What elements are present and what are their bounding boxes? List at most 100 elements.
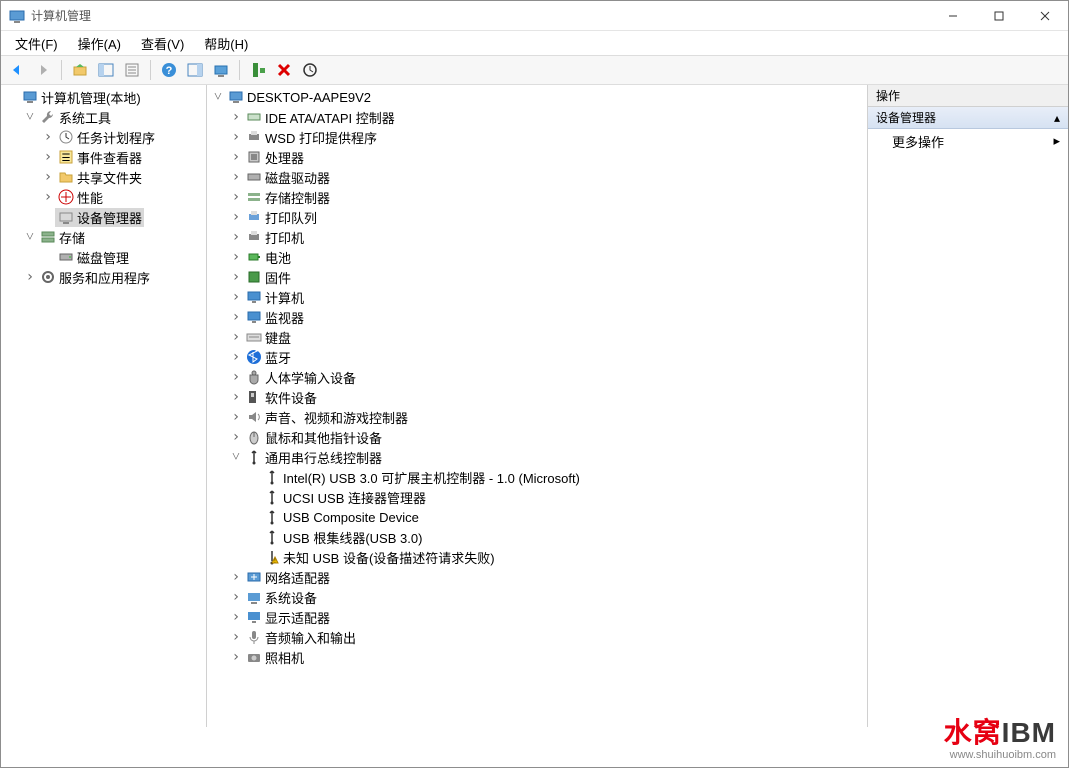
scope-tree-item[interactable]: ›共享文件夹 [1, 167, 206, 187]
show-hide-tree-button[interactable] [94, 59, 118, 81]
scope-tree-item[interactable]: ›☰事件查看器 [1, 147, 206, 167]
expand-icon[interactable]: › [41, 190, 55, 204]
device-tree-item[interactable]: ›处理器 [207, 147, 867, 167]
device-tree-item[interactable]: ˅DESKTOP-AAPE9V2 [207, 87, 867, 107]
action-pane-button[interactable] [183, 59, 207, 81]
up-button[interactable] [68, 59, 92, 81]
expand-icon[interactable]: › [229, 330, 243, 344]
tree-item-label: USB Composite Device [283, 510, 419, 525]
expand-icon[interactable]: › [229, 610, 243, 624]
scan-hardware-button[interactable] [246, 59, 270, 81]
device-tree-item[interactable]: ›磁盘驱动器 [207, 167, 867, 187]
close-button[interactable] [1022, 1, 1068, 31]
expand-icon[interactable]: ˅ [23, 230, 37, 244]
expand-icon[interactable]: › [229, 190, 243, 204]
scope-tree-item[interactable]: ˅系统工具 [1, 107, 206, 127]
expand-icon[interactable]: › [229, 290, 243, 304]
update-driver-button[interactable] [298, 59, 322, 81]
device-tree-item[interactable]: ›电池 [207, 247, 867, 267]
scope-tree-item[interactable]: 计算机管理(本地) [1, 87, 206, 107]
device-tree-item[interactable]: USB 根集线器(USB 3.0) [207, 527, 867, 547]
results-pane[interactable]: ˅DESKTOP-AAPE9V2›IDE ATA/ATAPI 控制器›WSD 打… [207, 85, 868, 727]
expand-icon[interactable]: ˅ [229, 450, 243, 464]
tree-item-label: 监视器 [265, 308, 304, 327]
device-tree-item[interactable]: ›鼠标和其他指针设备 [207, 427, 867, 447]
menu-help[interactable]: 帮助(H) [194, 32, 258, 55]
tree-item-label: WSD 打印提供程序 [265, 128, 377, 147]
device-tree-item[interactable]: › 监视器 [207, 307, 867, 327]
expand-icon[interactable]: › [229, 350, 243, 364]
expand-icon[interactable]: › [229, 570, 243, 584]
expand-icon[interactable]: › [229, 390, 243, 404]
help-button[interactable]: ? [157, 59, 181, 81]
device-tree-item[interactable]: ›打印队列 [207, 207, 867, 227]
expand-icon[interactable]: › [229, 150, 243, 164]
device-tree-item[interactable]: › 蓝牙 [207, 347, 867, 367]
minimize-button[interactable] [930, 1, 976, 31]
actions-section[interactable]: 设备管理器 ▴ [868, 107, 1068, 129]
device-tree-item[interactable]: ›声音、视频和游戏控制器 [207, 407, 867, 427]
device-tree-item[interactable]: ›显示适配器 [207, 607, 867, 627]
expand-icon[interactable]: › [229, 590, 243, 604]
scope-tree-item[interactable]: 设备管理器 [1, 207, 206, 227]
expand-icon[interactable]: › [229, 650, 243, 664]
scope-tree-item[interactable]: ›性能 [1, 187, 206, 207]
device-tree-item[interactable]: ›音频输入和输出 [207, 627, 867, 647]
device-tree-item[interactable]: › WSD 打印提供程序 [207, 127, 867, 147]
properties-button[interactable] [120, 59, 144, 81]
device-tree-item[interactable]: ›系统设备 [207, 587, 867, 607]
device-tree-item[interactable]: ›软件设备 [207, 387, 867, 407]
refresh-button[interactable] [209, 59, 233, 81]
expand-icon[interactable]: › [229, 270, 243, 284]
expand-icon[interactable]: › [229, 370, 243, 384]
device-tree-item[interactable]: ›打印机 [207, 227, 867, 247]
computer-icon [22, 89, 38, 105]
scope-tree-item[interactable]: ˅存储 [1, 227, 206, 247]
tree-item-label: 蓝牙 [265, 348, 291, 367]
device-tree-item[interactable]: ˅通用串行总线控制器 [207, 447, 867, 467]
device-tree-item[interactable]: !未知 USB 设备(设备描述符请求失败) [207, 547, 867, 567]
device-tree-item[interactable]: › 存储控制器 [207, 187, 867, 207]
device-tree-item[interactable]: ›计算机 [207, 287, 867, 307]
expand-icon[interactable]: › [229, 130, 243, 144]
device-tree-item[interactable]: ›IDE ATA/ATAPI 控制器 [207, 107, 867, 127]
menu-view[interactable]: 查看(V) [131, 32, 194, 55]
menu-file[interactable]: 文件(F) [5, 32, 68, 55]
expand-icon[interactable]: › [41, 130, 55, 144]
expand-icon[interactable]: › [229, 430, 243, 444]
expand-icon[interactable]: › [229, 170, 243, 184]
scope-pane[interactable]: 计算机管理(本地)˅系统工具›任务计划程序›☰事件查看器›共享文件夹›性能设备管… [1, 85, 207, 727]
expand-icon[interactable]: › [229, 410, 243, 424]
device-tree-item[interactable]: ›键盘 [207, 327, 867, 347]
battery-icon [246, 249, 262, 265]
maximize-button[interactable] [976, 1, 1022, 31]
expand-icon[interactable]: › [229, 630, 243, 644]
uninstall-button[interactable] [272, 59, 296, 81]
expand-icon[interactable]: › [23, 270, 37, 284]
expand-icon[interactable]: ˅ [23, 110, 37, 124]
device-tree-item[interactable]: ›照相机 [207, 647, 867, 667]
menu-action[interactable]: 操作(A) [68, 32, 131, 55]
device-tree-item[interactable]: USB Composite Device [207, 507, 867, 527]
expand-icon[interactable]: › [41, 170, 55, 184]
device-tree-item[interactable]: UCSI USB 连接器管理器 [207, 487, 867, 507]
device-tree-item[interactable]: ›人体学输入设备 [207, 367, 867, 387]
expand-icon[interactable]: › [229, 310, 243, 324]
scope-tree-item[interactable]: ›服务和应用程序 [1, 267, 206, 287]
actions-more[interactable]: 更多操作 ▸ [868, 129, 1068, 153]
device-tree-item[interactable]: Intel(R) USB 3.0 可扩展主机控制器 - 1.0 (Microso… [207, 467, 867, 487]
expand-icon[interactable]: › [229, 110, 243, 124]
printer-icon [246, 129, 262, 145]
back-button[interactable] [5, 59, 29, 81]
expand-icon[interactable]: › [229, 250, 243, 264]
expand-icon[interactable]: › [229, 230, 243, 244]
expand-icon[interactable]: › [41, 150, 55, 164]
scope-tree-item[interactable]: ›任务计划程序 [1, 127, 206, 147]
device-tree-item[interactable]: ›固件 [207, 267, 867, 287]
tree-item-label: 存储控制器 [265, 188, 330, 207]
forward-button[interactable] [31, 59, 55, 81]
expand-icon[interactable]: ˅ [211, 90, 225, 104]
scope-tree-item[interactable]: 磁盘管理 [1, 247, 206, 267]
device-tree-item[interactable]: ›网络适配器 [207, 567, 867, 587]
expand-icon[interactable]: › [229, 210, 243, 224]
